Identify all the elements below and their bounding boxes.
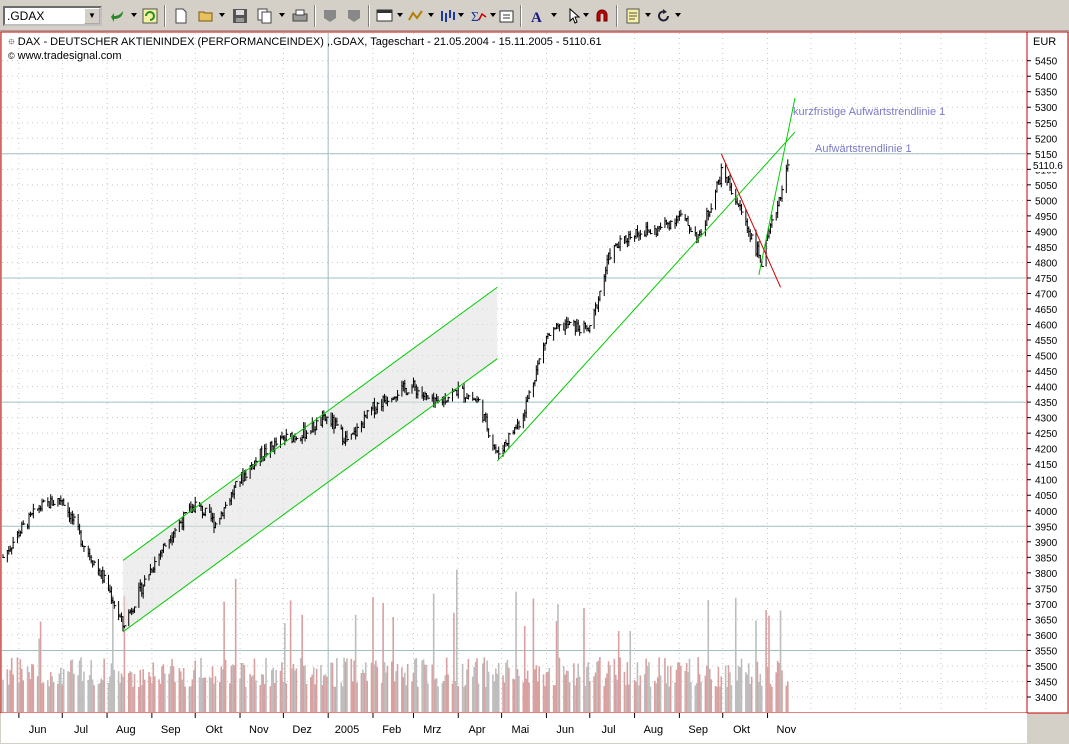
x-tick-label: Aug [644,724,664,736]
x-tick-label: Jun [29,724,47,736]
chart-source-text: www.tradesignal.com [17,50,122,62]
last-price-label: 5110.6 [1032,161,1064,172]
y-tick-label: 4650 [1035,305,1058,316]
x-tick-label: Sep [688,724,708,736]
y-tick-label: 4950 [1035,212,1058,223]
x-tick-label: Dez [292,724,312,736]
y-tick-label: 4150 [1035,460,1058,471]
y-tick-label: 4400 [1035,383,1058,394]
y-tick-label: 4100 [1035,476,1058,487]
y-tick-label: 3950 [1035,522,1058,533]
y-tick-label: 4500 [1035,352,1058,363]
y-tick-label: 3850 [1035,553,1058,564]
y-tick-label: 4600 [1035,321,1058,332]
y-tick-label: 5400 [1035,72,1058,83]
y-tick-label: 5000 [1035,196,1058,207]
y-tick-label: 4000 [1035,507,1058,518]
y-tick-label: 3800 [1035,569,1058,580]
y-tick-label: 4450 [1035,367,1058,378]
x-tick-label: Sep [161,724,181,736]
y-tick-label: 5050 [1035,181,1058,192]
y-tick-label: 5200 [1035,134,1058,145]
x-tick-label: Aug [116,724,136,736]
y-tick-label: 4800 [1035,258,1058,269]
y-tick-label: 5450 [1035,57,1058,68]
x-tick-label: Mrz [423,724,441,736]
y-tick-label: 3750 [1035,584,1058,595]
y-tick-label: 5150 [1035,150,1058,161]
x-tick-label: 2005 [335,724,359,736]
y-tick-label: 3900 [1035,538,1058,549]
x-tick-label: Okt [733,724,750,736]
x-tick-label: Jul [602,724,616,736]
y-tick-label: 3400 [1035,693,1058,704]
y-tick-label: 4750 [1035,274,1058,285]
y-tick-label: 3450 [1035,677,1058,688]
chart-title-text: DAX - DEUTSCHER AKTIENINDEX (PERFORMANCE… [17,36,602,48]
y-tick-label: 3500 [1035,662,1058,673]
x-tick-label: Feb [382,724,401,736]
copyright-icon: © [8,51,15,61]
x-tick-label: Jun [556,724,574,736]
x-tick-label: Apr [468,724,485,736]
short-trend-label[interactable]: kurzfristige Aufwärtstrendlinie 1 [793,106,945,118]
y-tick-label: 5350 [1035,88,1058,99]
x-tick-label: Jul [74,724,88,736]
y-tick-label: 4200 [1035,445,1058,456]
y-tick-label: 4050 [1035,491,1058,502]
y-tick-label: 3650 [1035,615,1058,626]
y-tick-label: 4700 [1035,289,1058,300]
x-tick-label: Okt [205,724,222,736]
y-tick-label: 3700 [1035,600,1058,611]
chart-title: ⯐ DAX - DEUTSCHER AKTIENINDEX (PERFORMANC… [8,35,602,51]
y-tick-label: 5250 [1035,119,1058,130]
currency-label: EUR [1033,36,1057,48]
x-tick-label: Nov [249,724,269,736]
crosshair-icon: ⯐ [8,37,15,47]
y-tick-label: 4900 [1035,227,1058,238]
y-tick-label: 4550 [1035,336,1058,347]
plot-area [0,31,1028,714]
y-tick-label: 4250 [1035,429,1058,440]
y-tick-label: 5300 [1035,103,1058,114]
x-tick-label: Mai [512,724,530,736]
chart-source: © www.tradesignal.com [8,50,122,62]
y-tick-label: 4350 [1035,398,1058,409]
y-tick-label: 3600 [1035,631,1058,642]
y-tick-label: 4850 [1035,243,1058,254]
y-tick-label: 4300 [1035,414,1058,425]
long-trend-label[interactable]: Aufwärtstrendlinie 1 [815,143,912,155]
y-tick-label: 3550 [1035,646,1058,657]
x-tick-label: Nov [777,724,797,736]
